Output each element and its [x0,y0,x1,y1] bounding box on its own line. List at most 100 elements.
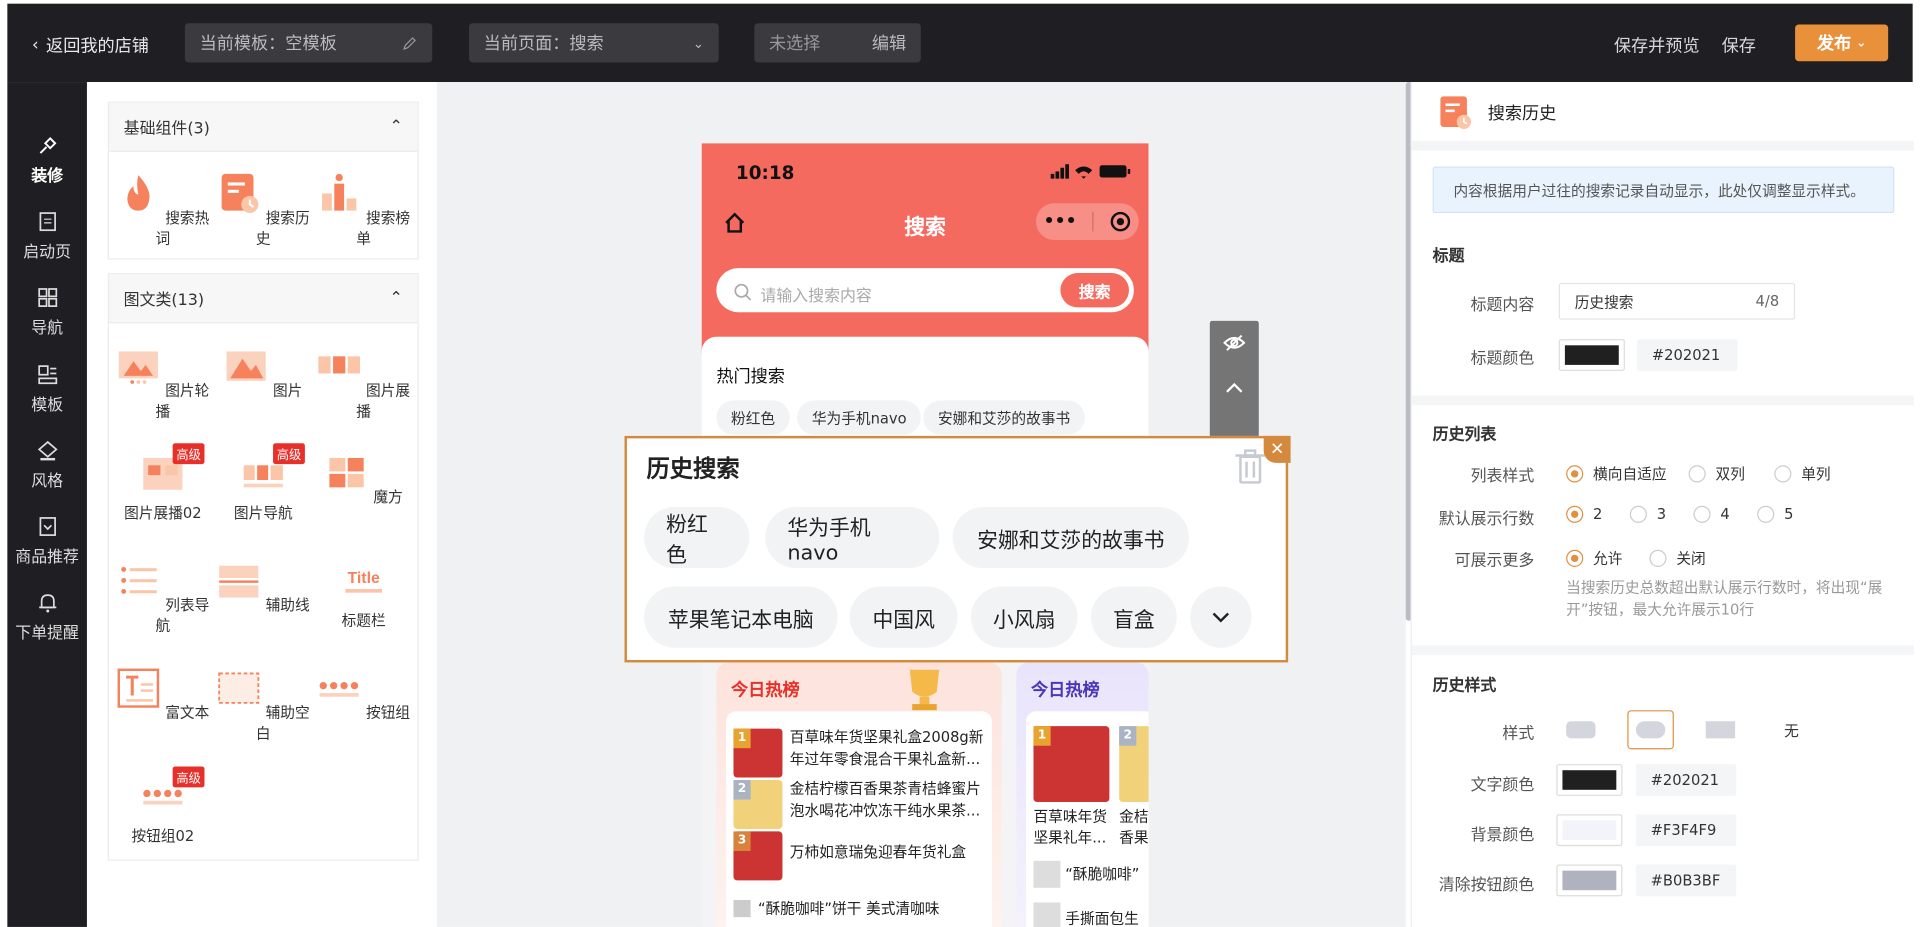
radio-more-allow[interactable]: 允许 [1566,547,1622,568]
history-chip[interactable]: 华为手机navo [765,506,940,569]
rank-card-today-2: 今日热榜 1 2 百草味年货坚果礼年... 金桔香果 “酥脆咖啡” 手撕面包生 [1016,662,1149,927]
radio-rows-4[interactable]: 4 [1693,505,1730,523]
nav-item-template[interactable]: 模板 [7,362,87,415]
history-doc-icon [221,173,259,214]
radio-rows-3[interactable]: 3 [1629,505,1666,523]
search-history-component[interactable]: 历史搜索 粉红色 华为手机navo 安娜和艾莎的故事书 苹果笔记本电脑 中国风 … [624,435,1289,663]
component-title-bar[interactable]: Title 标题栏 [312,558,415,630]
nav-item-style[interactable]: 风格 [7,438,87,491]
close-icon[interactable]: ✕ [1263,435,1291,463]
trash-icon[interactable] [1233,448,1267,485]
component-image-showcase[interactable]: 图片展播 [312,344,415,421]
page-selector[interactable]: 当前页面：搜索 ⌄ [468,23,719,63]
bg-color-swatch[interactable] [1556,814,1623,847]
nav-item-decorate[interactable]: 装修 [7,133,87,186]
history-chip[interactable]: 安娜和艾莎的故事书 [952,506,1189,569]
radio-rows-2[interactable]: 2 [1566,505,1602,523]
radio-list-style-double[interactable]: 双列 [1688,463,1745,484]
history-chip[interactable]: 苹果笔记本电脑 [644,586,838,648]
edit-button[interactable]: 编辑 [872,31,906,55]
component-search-ranking[interactable]: 搜索榜单 [312,171,415,248]
component-list-navigation[interactable]: 列表导航 [111,558,214,635]
title-content-input[interactable]: 历史搜索 4/8 [1558,282,1796,320]
component-image-carousel[interactable]: 图片轮播 [111,344,214,421]
product-thumbnail [1033,860,1061,888]
clear-color-swatch[interactable] [1556,864,1623,897]
text-color-hex[interactable]: #202021 [1635,764,1737,796]
product-thumbnail[interactable]: 1 [1033,726,1110,803]
rank-item-text: 百草味年货坚果礼年... [1033,808,1107,847]
more-dots-icon[interactable]: ••• [1044,212,1077,232]
rank-item[interactable]: 3 万柿如意瑞兔迎春年货礼盒 [733,831,990,881]
template-icon [37,365,57,385]
component-divider[interactable]: 辅助线 [212,558,315,614]
style-option-none[interactable]: 无 [1768,710,1815,749]
hot-chip[interactable]: 粉红色 [716,400,790,435]
nav-item-navigation[interactable]: 导航 [7,285,87,338]
expand-button[interactable] [1190,586,1252,648]
component-search-hotwords[interactable]: 搜索热词 [111,171,214,248]
style-option-pill[interactable] [1627,710,1674,750]
nav-item-launch-page[interactable]: 启动页 [7,209,87,262]
title-color-swatch[interactable] [1558,339,1625,372]
media-components-header[interactable]: 图文类(13) ⌃ [108,274,418,324]
component-cube[interactable]: 魔方 [312,451,415,507]
trophy-icon [909,669,940,711]
target-close-icon[interactable] [1109,211,1131,233]
rank-item[interactable]: “酥脆咖啡”饼干 美式清咖味 [733,898,990,922]
component-search-history[interactable]: 搜索历史 [212,171,315,248]
bg-color-hex[interactable]: #F3F4F9 [1635,814,1737,847]
save-preview-button[interactable]: 保存并预览 [1614,33,1700,57]
history-chip[interactable]: 小风扇 [971,586,1078,648]
flame-icon [127,175,150,211]
divider-icon [219,565,259,598]
nav-item-order-reminder[interactable]: 下单提醒 [7,590,87,643]
history-chip[interactable]: 盲盒 [1091,586,1177,648]
selection-box[interactable]: 未选择 编辑 [754,23,921,63]
history-chip[interactable]: 中国风 [849,586,958,648]
status-time: 10:18 [735,161,795,184]
component-button-group-02[interactable]: 高级 按钮组02 [111,766,214,846]
move-up-icon[interactable] [1224,382,1244,394]
title-color-hex[interactable]: #202021 [1637,339,1738,372]
style-option-rounded[interactable] [1558,710,1605,749]
chevron-down-icon [1212,612,1230,623]
radio-list-style-horizontal[interactable]: 横向自适应 [1566,463,1667,484]
clear-color-hex[interactable]: #B0B3BF [1635,864,1737,897]
product-thumbnail[interactable]: 2 [1119,726,1149,803]
hot-chip[interactable]: 华为手机navo [797,400,922,435]
capsule-divider [1092,211,1094,232]
save-button[interactable]: 保存 [1722,33,1756,57]
component-button-group[interactable]: 按钮组 [312,666,415,722]
radio-dot [1566,549,1584,567]
rank-card-today: 今日热榜 1 百草味年货坚果礼盒2008g新年过年零食混合干果礼盒新... 2 … [716,662,1002,927]
basic-components-header[interactable]: 基础组件(3) ⌃ [108,102,418,152]
title-bar-icon: Title [342,558,386,602]
component-image-navigation[interactable]: 高级 图片导航 [212,443,315,523]
eye-hidden-icon[interactable] [1222,333,1246,353]
component-blank-space[interactable]: 辅助空白 [212,666,315,743]
component-image-showcase-02[interactable]: 高级 图片展播02 [111,443,214,523]
radio-rows-5[interactable]: 5 [1757,505,1793,523]
paint-bucket-icon [37,440,58,461]
radio-more-close[interactable]: 关闭 [1649,547,1706,568]
rich-text-icon [117,668,160,708]
publish-button[interactable]: 发布 ⌄ [1795,24,1889,62]
swatch-fill [1562,820,1617,841]
mini-program-capsule[interactable]: ••• [1035,203,1139,241]
radio-list-style-single[interactable]: 单列 [1774,463,1831,484]
phone-search-button[interactable]: 搜索 [1060,273,1129,308]
component-image[interactable]: 图片 [212,344,315,400]
rank-item[interactable]: 2 金桔柠檬百香果茶青桔蜂蜜片泡水喝花冲饮冻干纯水果茶... [733,780,990,829]
phone-search-bar[interactable]: 请输入搜索内容 搜索 [716,268,1134,313]
component-rich-text[interactable]: 富文本 [111,666,214,722]
back-to-shop-link[interactable]: ‹ 返回我的店铺 [32,33,149,57]
template-selector[interactable]: 当前模板：空模板 [184,23,433,63]
text-color-swatch[interactable] [1556,764,1623,796]
rank-item[interactable]: 1 百草味年货坚果礼盒2008g新年过年零食混合干果礼盒新... [733,726,990,778]
style-option-square[interactable] [1697,710,1744,749]
history-chip[interactable]: 粉红色 [644,506,750,569]
nav-item-product-recommend[interactable]: 商品推荐 [7,514,87,567]
hot-chip[interactable]: 安娜和艾莎的故事书 [923,400,1085,435]
basic-components-group: 基础组件(3) ⌃ 搜索热词 搜索历史 搜索榜单 [107,101,419,260]
